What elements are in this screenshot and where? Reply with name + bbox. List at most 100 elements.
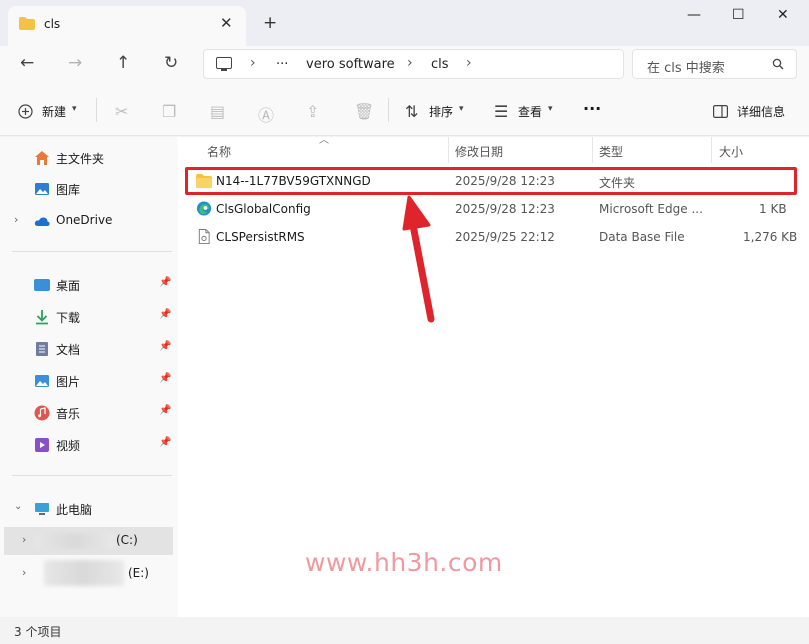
toolbar-divider [388, 98, 389, 122]
copy-icon[interactable]: ❐ [162, 102, 176, 121]
annotation-arrow [402, 195, 435, 323]
breadcrumb-vero-software[interactable]: vero software [306, 57, 395, 72]
pin-icon: 📌 [159, 277, 172, 288]
cut-icon[interactable]: ✂ [115, 102, 128, 121]
sidebar-item-drive-c[interactable]: › (C:) [4, 527, 173, 555]
sidebar-item-desktop[interactable]: 桌面 📌 [0, 271, 178, 299]
sidebar-item-label: 视频 [56, 439, 81, 453]
details-pane-icon [713, 105, 728, 118]
details-button[interactable]: 详细信息 [737, 103, 785, 120]
this-pc-icon [35, 503, 49, 515]
new-button[interactable]: 新建 [42, 103, 66, 120]
sidebar-item-this-pc[interactable]: ⌄ 此电脑 [0, 495, 178, 523]
more-options-button[interactable]: ··· [583, 99, 601, 118]
sidebar-item-label: (E:) [128, 566, 149, 580]
sidebar-item-home[interactable]: 主文件夹 [0, 144, 178, 172]
column-header-name[interactable]: 名称 [207, 143, 231, 160]
computer-icon [216, 57, 232, 71]
close-button[interactable]: ✕ [777, 7, 789, 23]
address-bar[interactable]: › ··· vero software › cls › [203, 49, 624, 79]
pin-icon: 📌 [159, 373, 172, 384]
sort-button[interactable]: 排序 [429, 103, 453, 120]
maximize-button[interactable]: ☐ [732, 7, 745, 23]
item-count: 3 个项目 [14, 625, 62, 639]
file-list: ︿ 名称 修改日期 类型 大小 N14--1L77BV59GTXNNGD 202… [178, 135, 809, 617]
sort-ascending-icon: ︿ [319, 135, 329, 146]
column-header-type[interactable]: 类型 [599, 143, 623, 160]
column-divider[interactable] [448, 137, 449, 163]
refresh-button[interactable]: ↻ [164, 53, 178, 73]
gallery-icon [35, 183, 49, 195]
sidebar-item-label: 图库 [56, 183, 81, 197]
sidebar-divider [12, 475, 172, 476]
sidebar-item-label: 音乐 [56, 407, 81, 421]
sidebar-item-downloads[interactable]: 下载 📌 [0, 303, 178, 331]
onedrive-icon [34, 217, 50, 226]
command-bar: 新建 ▾ ✂ ❐ ▤ Ⓐ ⇪ 🗑 ⇅ 排序 ▾ ☰ 查看 ▾ ··· 详细信息 [0, 84, 809, 136]
file-name: CLSPersistRMS [216, 230, 305, 244]
music-icon [34, 405, 50, 421]
new-tab-button[interactable]: + [263, 13, 277, 33]
search-input[interactable]: 在 cls 中搜索 [647, 57, 725, 76]
pin-icon: 📌 [159, 309, 172, 320]
breadcrumb-cls[interactable]: cls [431, 57, 449, 72]
edge-icon [196, 201, 212, 216]
home-icon [35, 151, 49, 165]
file-name: ClsGlobalConfig [216, 202, 311, 216]
sidebar-divider [12, 251, 172, 252]
chevron-down-icon: ▾ [459, 104, 464, 114]
file-icon [198, 229, 210, 244]
column-header-modified[interactable]: 修改日期 [455, 143, 503, 160]
sidebar-item-videos[interactable]: 视频 📌 [0, 431, 178, 459]
tab-title: cls [44, 17, 61, 31]
rename-icon[interactable]: Ⓐ [258, 102, 274, 126]
sidebar-item-label: 桌面 [56, 279, 81, 293]
videos-icon [35, 438, 49, 452]
tab-cls[interactable]: cls ✕ [8, 6, 246, 46]
breadcrumb-separator: › [466, 55, 472, 71]
chevron-right-icon[interactable]: › [22, 533, 26, 546]
up-button[interactable]: ↑ [116, 53, 130, 73]
download-icon [36, 310, 48, 325]
paste-icon[interactable]: ▤ [210, 102, 225, 121]
minimize-button[interactable]: — [687, 7, 701, 23]
sidebar-item-label: 此电脑 [56, 503, 93, 517]
highlight-box [185, 167, 797, 195]
chevron-right-icon[interactable]: › [14, 213, 18, 226]
sidebar-item-label: 文档 [56, 343, 81, 357]
file-modified: 2025/9/25 22:12 [455, 230, 555, 244]
sidebar-item-documents[interactable]: 文档 📌 [0, 335, 178, 363]
column-divider[interactable] [592, 137, 593, 163]
tab-close-icon[interactable]: ✕ [220, 14, 233, 32]
delete-icon[interactable]: 🗑 [354, 102, 374, 121]
pin-icon: 📌 [159, 437, 172, 448]
search-box[interactable]: 在 cls 中搜索 [632, 49, 797, 79]
pin-icon: 📌 [159, 405, 172, 416]
documents-icon [36, 342, 48, 356]
navigation-bar: ← → ↑ ↻ › ··· vero software › cls › 在 cl… [0, 46, 809, 84]
pin-icon: 📌 [159, 341, 172, 352]
column-header-size[interactable]: 大小 [719, 143, 743, 160]
sidebar-item-onedrive[interactable]: › OneDrive [0, 207, 178, 235]
chevron-right-icon[interactable]: › [22, 566, 26, 579]
sidebar-item-music[interactable]: 音乐 📌 [0, 399, 178, 427]
sidebar-item-label: 图片 [56, 375, 81, 389]
file-type: Microsoft Edge ... [599, 202, 703, 216]
sidebar-item-label: 下载 [56, 311, 81, 325]
share-icon[interactable]: ⇪ [306, 102, 319, 121]
watermark: www.hh3h.com [305, 548, 503, 577]
sidebar-item-label: OneDrive [56, 213, 113, 227]
sidebar-item-gallery[interactable]: 图库 [0, 175, 178, 203]
forward-button[interactable]: → [68, 53, 82, 73]
desktop-icon [34, 279, 50, 291]
back-button[interactable]: ← [20, 53, 34, 73]
sidebar-item-pictures[interactable]: 图片 📌 [0, 367, 178, 395]
table-row[interactable]: CLSPersistRMS 2025/9/25 22:12 Data Base … [188, 224, 800, 250]
view-button[interactable]: 查看 [518, 103, 542, 120]
breadcrumb-more[interactable]: ··· [276, 57, 288, 72]
table-row[interactable]: ClsGlobalConfig 2025/9/28 12:23 Microsof… [188, 196, 800, 222]
redacted-drive-name [44, 560, 124, 586]
column-divider[interactable] [711, 137, 712, 163]
sidebar-item-drive-e[interactable]: › (E:) [0, 560, 178, 588]
chevron-down-icon[interactable]: ⌄ [14, 501, 22, 512]
